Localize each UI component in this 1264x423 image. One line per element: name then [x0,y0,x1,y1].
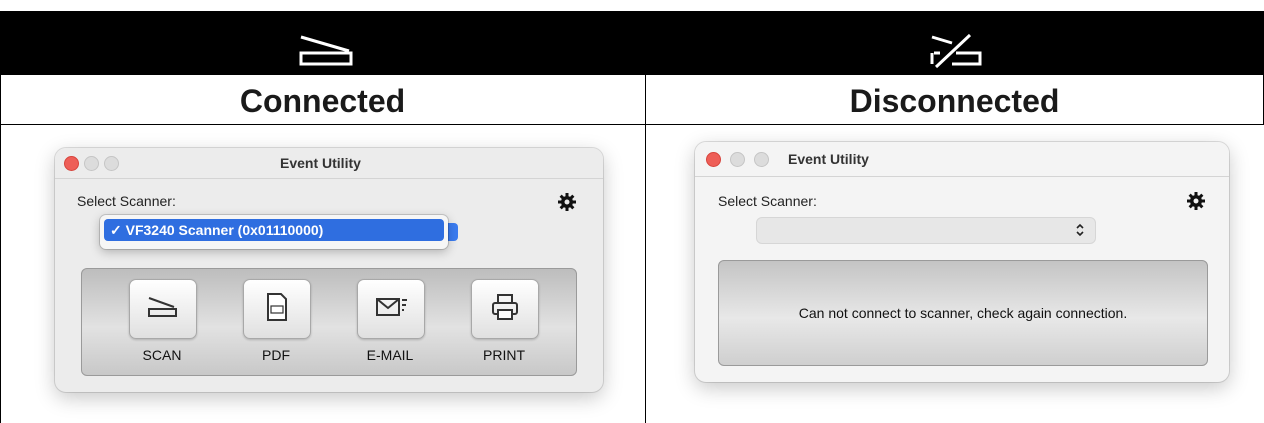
close-button[interactable] [64,156,79,171]
column-divider [0,11,1,423]
email-button[interactable] [357,279,425,339]
column-title-disconnected: Disconnected [849,83,1060,119]
mail-icon [374,295,408,324]
minimize-button[interactable] [730,152,745,167]
row-divider [0,124,1264,125]
printer-icon [490,292,520,327]
print-button[interactable] [471,279,539,339]
gear-icon[interactable] [557,192,577,217]
scanner-icon [146,295,180,324]
column-divider [645,11,646,423]
minimize-button[interactable] [84,156,99,171]
scanner-select[interactable] [756,217,1096,244]
scanner-icon [297,33,357,72]
scanner-disconnected-icon [926,33,986,76]
title-bar: Event Utility [695,142,1229,177]
window-title: Event Utility [280,155,361,171]
error-text: Can not connect to scanner, check again … [798,305,1128,321]
scan-label: SCAN [142,347,182,363]
connection-error-message: Can not connect to scanner, check again … [718,260,1208,366]
pdf-icon [265,292,289,327]
event-utility-window-connected: Event Utility Select Scanner: ✓ VF3240 S… [55,148,603,392]
select-scanner-label: Select Scanner: [718,193,817,209]
header-bar [0,11,1264,75]
pdf-button[interactable] [243,279,311,339]
gear-icon[interactable] [1186,191,1206,216]
column-title-connected: Connected [239,83,406,119]
scan-button[interactable] [129,279,197,339]
event-utility-window-disconnected: Event Utility Select Scanner: Can not co… [695,142,1229,382]
window-title: Event Utility [788,151,869,167]
select-scanner-label: Select Scanner: [77,193,176,209]
scanner-option[interactable]: ✓ VF3240 Scanner (0x01110000) [104,219,444,241]
email-label: E-MAIL [366,347,414,363]
pdf-label: PDF [262,347,290,363]
print-label: PRINT [483,347,525,363]
zoom-button[interactable] [104,156,119,171]
scanner-dropdown-menu: ✓ VF3240 Scanner (0x01110000) [100,215,448,249]
close-button[interactable] [706,152,721,167]
action-panel: SCAN PDF E-MAIL PRINT [81,268,577,376]
title-bar: Event Utility [55,148,603,179]
updown-chevron-icon [1075,222,1085,243]
zoom-button[interactable] [754,152,769,167]
